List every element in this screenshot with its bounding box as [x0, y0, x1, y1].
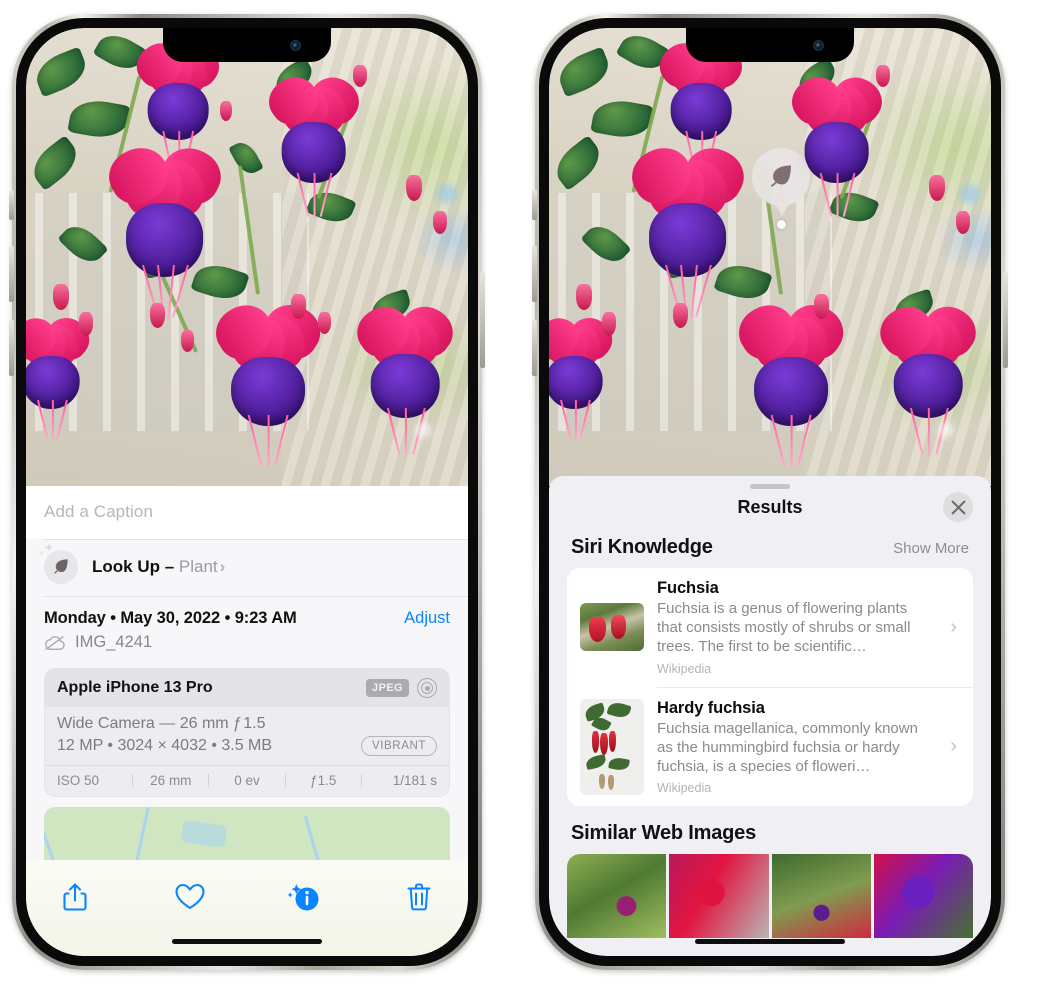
- volume-up-button[interactable]: [532, 246, 537, 302]
- photo-filename: IMG_4241: [75, 633, 153, 651]
- show-more-button[interactable]: Show More: [893, 540, 969, 557]
- favorite-button[interactable]: [167, 874, 213, 920]
- screen-left: Add a Caption Look Up – Plant › Monday •…: [26, 28, 468, 956]
- iphone-left: Add a Caption Look Up – Plant › Monday •…: [9, 14, 485, 970]
- share-icon: [63, 883, 87, 911]
- results-sheet: Results Siri Knowledge Show More Fuchsia…: [549, 476, 991, 956]
- siri-knowledge-card: Fuchsia Fuchsia is a genus of flowering …: [567, 568, 973, 807]
- delete-button[interactable]: [396, 874, 442, 920]
- flower: [206, 295, 329, 467]
- chevron-right-icon: ›: [950, 735, 957, 758]
- exif-aperture: ƒ1.5: [310, 773, 337, 788]
- look-up-row[interactable]: Look Up – Plant ›: [26, 540, 468, 596]
- exif-lens-line: Wide Camera — 26 mm ƒ 1.5: [57, 715, 266, 732]
- screenshot-stage: Add a Caption Look Up – Plant › Monday •…: [0, 0, 1055, 985]
- exif-exposure: 0 ev: [234, 773, 260, 788]
- chevron-right-icon: ›: [950, 615, 957, 638]
- exif-size-line: 12 MP • 3024 × 4032 • 3.5 MB: [57, 737, 273, 754]
- web-image-tile[interactable]: [669, 854, 769, 939]
- mute-switch[interactable]: [9, 190, 14, 220]
- result-description: Fuchsia magellanica, commonly known as t…: [657, 719, 918, 775]
- caption-input[interactable]: Add a Caption: [26, 486, 468, 539]
- flower: [348, 296, 462, 456]
- similar-web-images-grid: [567, 854, 973, 939]
- flower: [622, 137, 753, 319]
- result-description: Fuchsia is a genus of flowering plants t…: [657, 600, 911, 656]
- close-icon: [951, 500, 965, 514]
- exif-settings-row: ISO 50 26 mm 0 ev ƒ1.5 1/181 s: [45, 765, 449, 796]
- photo-info-sheet: Add a Caption Look Up – Plant › Monday •…: [26, 486, 468, 956]
- volume-down-button[interactable]: [532, 320, 537, 376]
- look-up-badge: [38, 543, 78, 584]
- exif-focal: 26 mm: [150, 773, 192, 788]
- result-thumbnail: [580, 698, 644, 795]
- power-button[interactable]: [480, 272, 485, 368]
- web-image-tile[interactable]: [771, 854, 871, 939]
- volume-down-button[interactable]: [9, 320, 14, 376]
- section-title: Similar Web Images: [571, 822, 756, 845]
- icloud-slash-icon: [45, 635, 65, 650]
- exif-card[interactable]: Apple iPhone 13 Pro JPEG Wide Camera — 2…: [44, 668, 450, 797]
- visual-look-up-anchor-dot: [777, 220, 786, 229]
- knowledge-result-row[interactable]: Fuchsia Fuchsia is a genus of flowering …: [567, 568, 973, 687]
- chevron-right-icon: ›: [219, 557, 226, 576]
- mute-switch[interactable]: [532, 190, 537, 220]
- flower: [260, 68, 367, 219]
- result-source: Wikipedia: [657, 781, 712, 796]
- exif-iso: ISO 50: [57, 773, 100, 788]
- look-up-subject: Plant: [178, 557, 218, 576]
- format-badge: JPEG: [366, 679, 409, 697]
- photo-viewer[interactable]: [549, 28, 991, 486]
- notch-left: [163, 28, 331, 62]
- web-image-tile[interactable]: [567, 854, 667, 939]
- share-button[interactable]: [52, 874, 98, 920]
- web-image-tile[interactable]: [873, 854, 973, 939]
- lens-icon: [417, 678, 437, 698]
- flower: [729, 295, 852, 467]
- home-indicator[interactable]: [695, 939, 845, 944]
- home-indicator[interactable]: [172, 939, 322, 944]
- leaf-icon: [770, 165, 791, 187]
- look-up-action: Look Up –: [92, 557, 175, 576]
- results-title: Results: [737, 497, 803, 517]
- look-up-label: Look Up – Plant ›: [92, 557, 225, 577]
- photo-date: Monday • May 30, 2022 • 9:23 AM: [44, 609, 297, 627]
- front-camera-icon: [813, 40, 824, 51]
- power-button[interactable]: [1003, 272, 1008, 368]
- photo-metadata: Monday • May 30, 2022 • 9:23 AM Adjust I…: [26, 597, 468, 662]
- result-thumbnail: [580, 603, 644, 652]
- heart-icon: [175, 883, 205, 910]
- screen-right: Results Siri Knowledge Show More Fuchsia…: [549, 28, 991, 956]
- exif-shutter: 1/181 s: [392, 773, 438, 788]
- volume-up-button[interactable]: [9, 246, 14, 302]
- similar-web-images-header: Similar Web Images: [549, 806, 991, 854]
- iphone-right: Results Siri Knowledge Show More Fuchsia…: [532, 14, 1008, 970]
- adjust-button[interactable]: Adjust: [404, 609, 450, 628]
- notch-right: [686, 28, 854, 62]
- section-title: Siri Knowledge: [571, 536, 713, 558]
- visual-look-up-badge[interactable]: [752, 148, 810, 206]
- flower: [99, 137, 230, 319]
- exif-device: Apple iPhone 13 Pro: [57, 679, 213, 696]
- knowledge-result-row[interactable]: Hardy fuchsia Fuchsia magellanica, commo…: [567, 688, 973, 807]
- info-sparkle-icon: [287, 884, 319, 911]
- trash-icon: [407, 883, 431, 911]
- siri-knowledge-header: Siri Knowledge Show More: [549, 532, 991, 568]
- info-button[interactable]: [281, 874, 327, 920]
- front-camera-icon: [290, 40, 301, 51]
- flower: [871, 296, 985, 456]
- result-source: Wikipedia: [657, 661, 712, 676]
- close-button[interactable]: [943, 492, 973, 522]
- photographic-style-badge: VIBRANT: [360, 736, 437, 756]
- result-title: Hardy fuchsia: [657, 698, 765, 717]
- result-title: Fuchsia: [657, 579, 719, 597]
- sparkle-icon: [38, 543, 53, 556]
- photo-viewer[interactable]: [26, 28, 468, 486]
